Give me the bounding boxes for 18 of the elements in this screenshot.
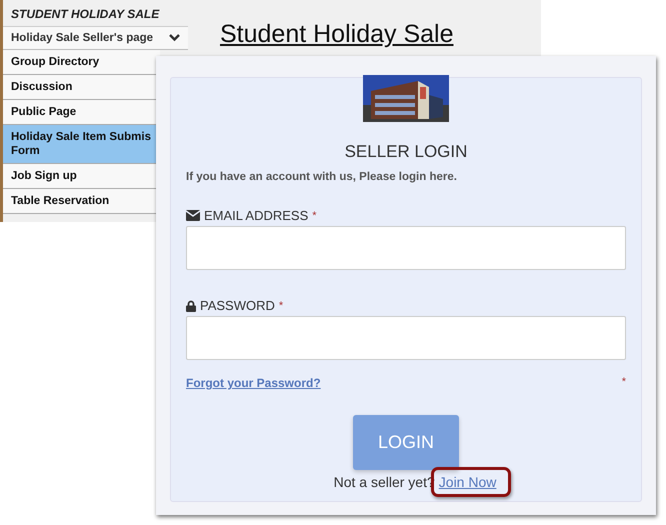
field-label: EMAIL ADDRESS xyxy=(204,208,308,223)
field-label: PASSWORD xyxy=(200,298,275,313)
join-now-link[interactable]: Join Now xyxy=(438,474,496,490)
login-title: SELLER LOGIN xyxy=(344,142,468,162)
lock-icon xyxy=(186,300,196,312)
required-mark: * xyxy=(278,300,284,312)
chevron-icon xyxy=(169,34,180,42)
forgot-password-link[interactable]: Forgot your Password? xyxy=(186,376,321,390)
input-field[interactable] xyxy=(186,226,626,270)
required-mark: * xyxy=(312,210,317,222)
site-title: STUDENT HOLIDAY SALE xyxy=(10,6,160,23)
sidebar-item[interactable]: Group Directory xyxy=(3,50,160,75)
required-mark: * xyxy=(622,376,626,390)
intro-text: If you have an account with us, Please login here. xyxy=(186,171,458,183)
input-field[interactable] xyxy=(186,316,626,360)
envelope-icon xyxy=(186,210,200,221)
page-heading: Student Holiday Sale xyxy=(220,20,454,49)
page-dropdown[interactable]: Holiday Sale Seller's page xyxy=(3,26,188,50)
